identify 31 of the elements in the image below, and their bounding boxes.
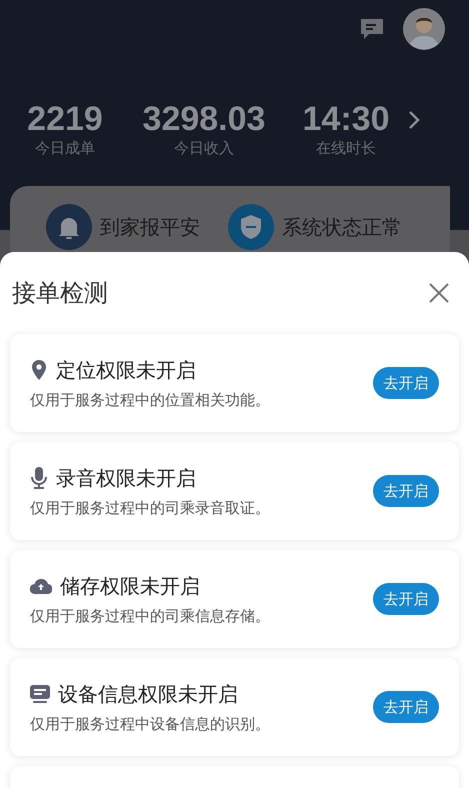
enable-button[interactable]: 去开启 — [373, 367, 439, 399]
sheet-title: 接单检测 — [12, 278, 108, 309]
microphone-icon — [30, 466, 48, 489]
stat-value: 14:30 — [302, 100, 390, 138]
permission-title: 设备信息权限未开启 — [58, 680, 238, 708]
enable-button[interactable]: 去开启 — [373, 583, 439, 615]
cloud-upload-icon — [30, 578, 52, 594]
permission-title: 录音权限未开启 — [56, 464, 196, 492]
permission-description: 仅用于服务过程中的位置相关功能。 — [30, 390, 270, 411]
quick-action-label[interactable]: 到家报平安 — [100, 212, 200, 242]
enable-button[interactable]: 去开启 — [373, 691, 439, 723]
permission-description: 仅用于服务过程中的司乘信息存储。 — [30, 606, 270, 627]
stat-label: 今日成单 — [35, 138, 95, 158]
permission-title: 定位权限未开启 — [56, 356, 196, 384]
quick-action-label[interactable]: 系统状态正常 — [282, 212, 402, 242]
stat-label: 在线时长 — [316, 138, 376, 158]
stat-value: 2219 — [27, 100, 103, 138]
message-icon[interactable] — [361, 19, 383, 39]
avatar-icon[interactable] — [403, 8, 445, 50]
enable-button[interactable]: 去开启 — [373, 475, 439, 507]
permission-description: 仅用于服务过程中设备信息的识别。 — [30, 714, 270, 735]
chevron-right-icon[interactable] — [408, 110, 420, 130]
stat-value: 3298.03 — [142, 100, 266, 138]
device-card-icon — [30, 684, 50, 703]
permission-title: 储存权限未开启 — [60, 572, 200, 600]
close-icon[interactable] — [429, 283, 449, 303]
shield-icon — [228, 204, 274, 250]
bell-icon — [46, 204, 92, 250]
location-pin-icon — [30, 360, 48, 380]
permission-description: 仅用于服务过程中的司乘录音取证。 — [30, 498, 270, 519]
stat-label: 今日收入 — [174, 138, 234, 158]
